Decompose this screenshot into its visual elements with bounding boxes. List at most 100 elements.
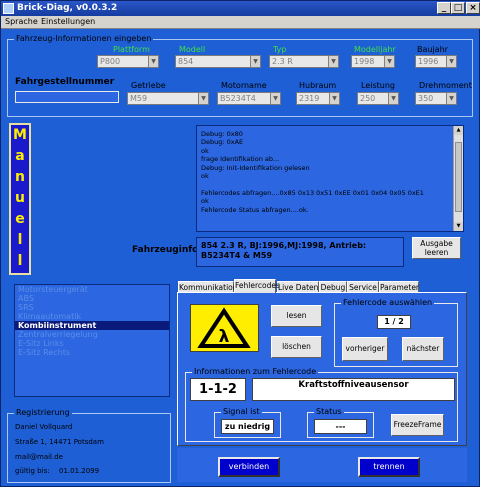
modelljahr-label: Modelljahr [354, 45, 396, 54]
mode-banner-letter: l [17, 253, 23, 269]
registration-address: Straße 1, 14471 Potsdam [15, 438, 104, 446]
fahrzeuginfo-display: 854 2.3 R, BJ:1996,MJ:1998, Antrieb: B52… [196, 237, 404, 267]
mode-banner-letter: M [13, 127, 27, 143]
list-item[interactable]: Zentralverriegelung [15, 330, 169, 339]
signal-label: Signal ist [221, 407, 262, 416]
list-item-selected[interactable]: Kombiinstrument [15, 321, 169, 330]
control-unit-list[interactable]: Motorsteuergerät ABS SRS Klimaautomatik … [14, 284, 170, 397]
registration-valid-date: 01.01.2099 [59, 467, 100, 475]
motorname-select[interactable]: B5234T4 ▼ [217, 92, 281, 105]
freezeframe-button[interactable]: FreezeFrame [391, 414, 444, 436]
debug-line: frage Identifikation ab... [201, 155, 280, 164]
status-value: --- [314, 419, 367, 434]
chevron-down-icon: ▼ [388, 93, 398, 104]
debug-line: Debug: 0x80 [201, 130, 243, 138]
chevron-down-icon: ▼ [148, 56, 158, 67]
mode-banner-letter: n [15, 169, 25, 185]
fehlercode-counter: 1 / 2 [377, 315, 411, 329]
mode-banner: M a n u e l l [9, 123, 31, 275]
plattform-label: Plattform [113, 45, 150, 54]
debug-log[interactable]: Debug: 0x80 Debug: 0xAE ok frage Identif… [196, 125, 464, 232]
debug-scrollbar[interactable]: ▲ ▼ [453, 126, 463, 231]
hubraum-select[interactable]: 2319 ▼ [296, 92, 340, 105]
chevron-down-icon: ▼ [446, 56, 456, 67]
leistung-label: Leistung [361, 81, 395, 90]
tab-fehlercodes[interactable]: Fehlercodes [234, 279, 280, 293]
list-item[interactable]: E-Sitz Rechts [15, 348, 169, 357]
debug-line: ok [201, 197, 209, 206]
chevron-down-icon: ▼ [270, 93, 280, 104]
menu-einstellungen[interactable]: Einstellungen [41, 17, 95, 26]
typ-select[interactable]: 2.3 R ▼ [269, 55, 339, 68]
getriebe-select[interactable]: M59 ▼ [127, 92, 209, 105]
debug-line [201, 180, 449, 188]
fehlercode-info-label: Informationen zum Fehlercode [192, 367, 319, 376]
ausgabe-leeren-button[interactable]: Ausgabe leeren [412, 237, 461, 259]
menu-sprache[interactable]: Sprache [5, 17, 38, 26]
maximize-icon[interactable]: □ [451, 2, 465, 14]
fehlercode-description: Kraftstoffniveausensor [252, 378, 455, 401]
chevron-down-icon: ▼ [329, 93, 339, 104]
baujahr-label: Baujahr [417, 45, 448, 54]
debug-line: Fehlercodes abfragen....0x85 0x13 0x51 0… [201, 188, 424, 197]
scroll-down-icon[interactable]: ▼ [454, 222, 463, 231]
debug-line: Fehlercode Status abfragen....ok. [201, 205, 309, 214]
debug-line: Debug: Init-Identifikation gelesen [201, 163, 310, 172]
registration-email: mail@mail.de [15, 453, 63, 461]
app-window: Brick-Diag, v0.0.3.2 _ □ × Sprache Einst… [0, 0, 480, 487]
chevron-down-icon: ▼ [250, 56, 260, 67]
fahrzeuginfo-label: Fahrzeuginfo [132, 245, 199, 255]
registration-valid-label: gültig bis: [15, 467, 50, 475]
trennen-button[interactable]: trennen [358, 457, 420, 477]
modell-label: Modell [179, 45, 206, 54]
typ-label: Typ [273, 45, 287, 54]
app-icon [3, 3, 14, 14]
window-title: Brick-Diag, v0.0.3.2 [17, 3, 118, 13]
loeschen-button[interactable]: löschen [271, 336, 322, 358]
signal-value: zu niedrig [221, 419, 274, 434]
drehmoment-select[interactable]: 350 ▼ [415, 92, 457, 105]
plattform-select[interactable]: P800 ▼ [97, 55, 159, 68]
debug-line: ok [201, 146, 209, 155]
chevron-down-icon: ▼ [328, 56, 338, 67]
drehmoment-label: Drehmoment [419, 81, 472, 90]
list-item[interactable]: ABS [15, 294, 169, 303]
scroll-up-icon[interactable]: ▲ [454, 126, 463, 135]
motorname-label: Motorname [221, 81, 267, 90]
getriebe-label: Getriebe [131, 81, 166, 90]
lesen-button[interactable]: lesen [271, 305, 322, 327]
menu-bar: Sprache Einstellungen [1, 16, 480, 29]
debug-line: ok [201, 171, 209, 180]
verbinden-button[interactable]: verbinden [218, 457, 280, 477]
fahrgestellnummer-input[interactable] [15, 91, 119, 103]
baujahr-select[interactable]: 1996 ▼ [415, 55, 457, 68]
naechster-button[interactable]: nächster [402, 337, 444, 361]
vorheriger-button[interactable]: vorheriger [342, 337, 388, 361]
registration-name: Daniel Vollquard [15, 423, 73, 431]
close-icon[interactable]: × [466, 2, 480, 14]
fehlercode-value: 1-1-2 [190, 378, 246, 401]
list-item[interactable]: Motorsteuergerät [15, 285, 169, 294]
list-item[interactable]: E-Sitz Links [15, 339, 169, 348]
title-bar[interactable]: Brick-Diag, v0.0.3.2 _ □ × [1, 1, 480, 16]
debug-line: Debug: 0xAE [201, 138, 244, 147]
chevron-down-icon: ▼ [198, 93, 208, 104]
list-item[interactable]: Klimaautomatik [15, 312, 169, 321]
svg-text:λ: λ [219, 327, 230, 347]
leistung-select[interactable]: 250 ▼ [357, 92, 399, 105]
modell-select[interactable]: 854 ▼ [175, 55, 261, 68]
list-item[interactable]: SRS [15, 303, 169, 312]
modelljahr-select[interactable]: 1998 ▼ [351, 55, 395, 68]
chevron-down-icon: ▼ [446, 93, 456, 104]
fehlercode-select-label: Fehlercode auswählen [341, 298, 435, 307]
hubraum-label: Hubraum [299, 81, 337, 90]
fahrgestellnummer-label: Fahrgestellnummer [15, 77, 115, 87]
minimize-icon[interactable]: _ [437, 2, 451, 14]
debug-log-lines: Debug: 0x80 Debug: 0xAE ok frage Identif… [201, 130, 449, 214]
mode-banner-letter: u [15, 190, 25, 206]
lambda-warning-icon: λ [190, 304, 259, 352]
registration-label: Registrierung [14, 408, 72, 417]
scroll-thumb[interactable] [455, 142, 462, 212]
mode-banner-letter: l [17, 232, 23, 248]
mode-banner-letter: e [15, 211, 25, 227]
